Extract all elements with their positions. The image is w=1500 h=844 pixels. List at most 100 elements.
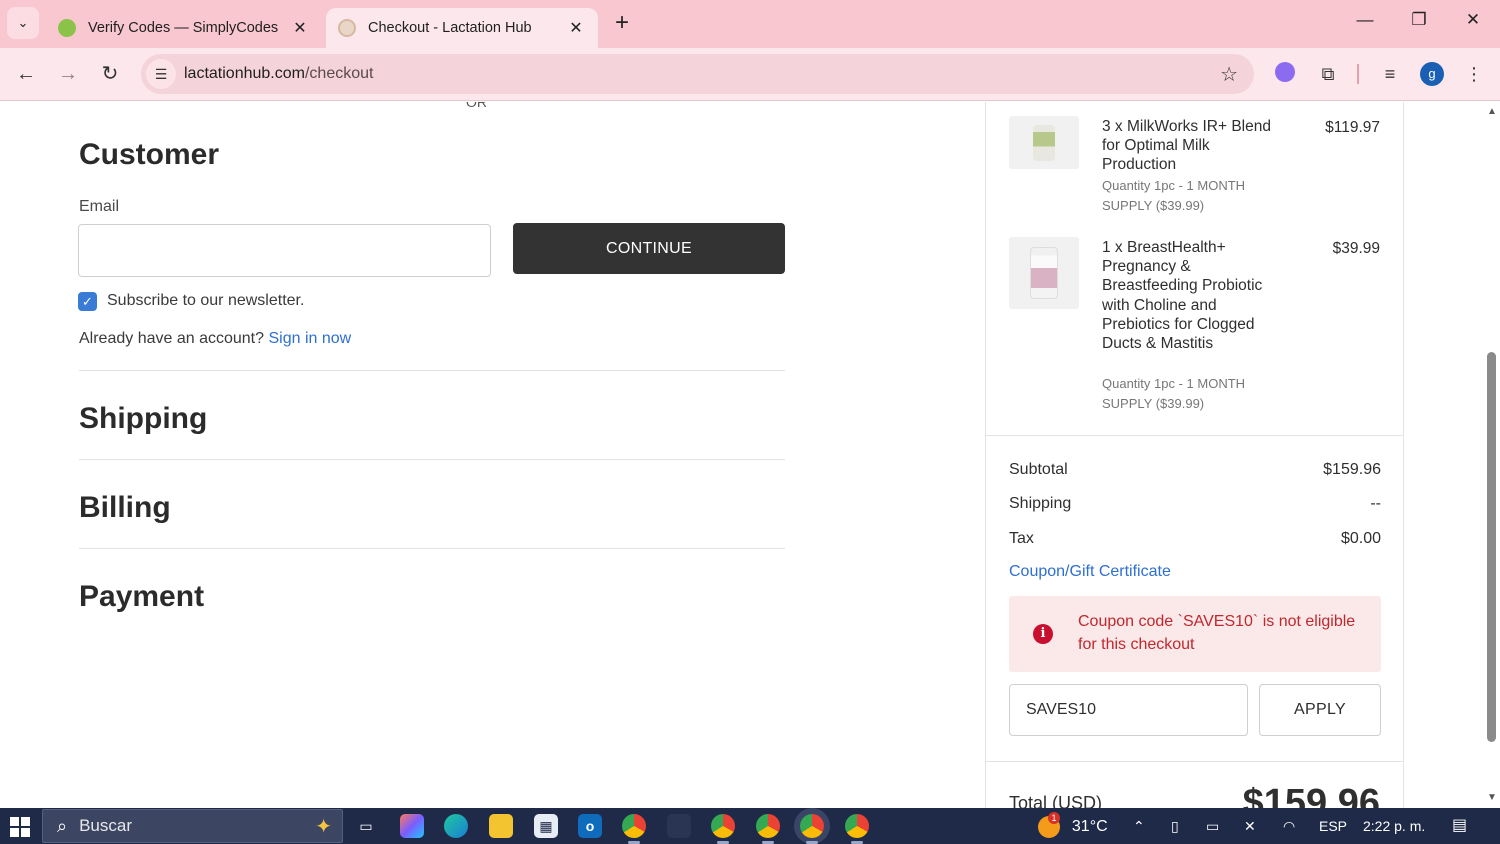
toolbar-separator: [1357, 64, 1359, 84]
tab-title: Verify Codes — SimplyCodes: [88, 20, 279, 36]
shipping-row: Shipping --: [1009, 495, 1381, 513]
signin-row: Already have an account? Sign in now: [79, 330, 351, 348]
billing-heading: Billing: [79, 491, 171, 524]
subtotal-label: Subtotal: [1009, 461, 1068, 478]
app-icon[interactable]: [667, 814, 691, 838]
site-info-icon[interactable]: ☰: [146, 59, 176, 89]
url-text[interactable]: lactationhub.com/checkout: [184, 65, 373, 83]
coupon-gift-certificate-link[interactable]: Coupon/Gift Certificate: [1009, 563, 1171, 581]
bookmark-star-icon[interactable]: ☆: [1220, 62, 1238, 87]
scrollbar-thumb[interactable]: [1487, 352, 1496, 742]
address-bar[interactable]: ☰ lactationhub.com/checkout ☆: [141, 54, 1254, 94]
weather-sun-icon: 1: [1038, 812, 1060, 839]
taskbar-search[interactable]: ⌕ Buscar ✦: [42, 809, 343, 843]
account-prompt: Already have an account?: [79, 330, 265, 347]
tab-title: Checkout - Lactation Hub: [368, 20, 532, 36]
section-divider: [79, 548, 785, 549]
close-window-button[interactable]: ✕: [1458, 10, 1488, 38]
email-field[interactable]: [78, 224, 491, 277]
sparkle-icon: ✦: [315, 816, 332, 838]
shipping-heading: Shipping: [79, 402, 208, 435]
tab-strip: ⌄ Verify Codes — SimplyCodes ✕ Checkout …: [0, 0, 1500, 48]
tax-label: Tax: [1009, 530, 1034, 547]
restore-button[interactable]: ❐: [1404, 10, 1434, 38]
chevron-down-icon: ⌄: [17, 15, 29, 30]
weather-widget[interactable]: 1 31°C: [1038, 808, 1108, 844]
edge-icon[interactable]: [444, 814, 468, 838]
close-tab-icon[interactable]: ✕: [566, 18, 586, 38]
subtotal-row: Subtotal $159.96: [1009, 461, 1381, 479]
media-controls-icon[interactable]: ≡: [1378, 62, 1402, 86]
scroll-down-icon[interactable]: ▼: [1487, 792, 1497, 803]
tax-value: $0.00: [1340, 530, 1381, 547]
weather-badge: 1: [1048, 812, 1060, 825]
continue-button[interactable]: CONTINUE: [513, 223, 785, 274]
section-divider: [79, 459, 785, 460]
task-view-icon[interactable]: ▭: [354, 814, 378, 838]
browser-toolbar: ← → ↻ ☰ lactationhub.com/checkout ☆ ⧉ ≡ …: [0, 48, 1500, 101]
device-icon[interactable]: ▯: [1171, 808, 1179, 844]
tab-search-button[interactable]: ⌄: [7, 7, 39, 39]
back-button[interactable]: ←: [11, 60, 41, 90]
profile-avatar[interactable]: g: [1420, 62, 1444, 86]
windows-start-icon[interactable]: [10, 817, 30, 837]
or-divider: OR: [466, 102, 487, 110]
shipping-value: --: [1370, 495, 1381, 512]
taskbar-search-text: Buscar: [79, 816, 133, 835]
language-indicator[interactable]: ESP: [1319, 808, 1347, 844]
tray-overflow-icon[interactable]: ⌃: [1133, 808, 1145, 844]
wifi-icon[interactable]: ◠: [1283, 808, 1295, 844]
tab-lactation-hub[interactable]: Checkout - Lactation Hub ✕: [326, 8, 598, 48]
newsletter-checkbox[interactable]: ✓: [78, 292, 97, 311]
coupon-error-message: Coupon code `SAVES10` is not eligible fo…: [1078, 613, 1356, 653]
order-summary: 3 x MilkWorks IR+ Blend for Optimal Milk…: [985, 102, 1404, 808]
extension-icon[interactable]: [1273, 62, 1297, 86]
total-value: $159.96: [1242, 782, 1380, 808]
apply-coupon-button[interactable]: APPLY: [1259, 684, 1381, 736]
breasthealth-product-image: [1009, 237, 1079, 309]
page-scrollbar[interactable]: ▲ ▼: [1484, 102, 1500, 808]
payment-heading: Payment: [79, 580, 205, 613]
chrome-active-icon[interactable]: [800, 814, 824, 844]
shipping-label: Shipping: [1009, 495, 1072, 512]
subtotal-value: $159.96: [1323, 461, 1381, 478]
minimize-button[interactable]: —: [1350, 10, 1380, 38]
coupon-error-alert: i Coupon code `SAVES10` is not eligible …: [1009, 596, 1381, 672]
tab-simplycodes[interactable]: Verify Codes — SimplyCodes ✕: [46, 8, 322, 48]
section-divider: [79, 370, 785, 371]
file-explorer-icon[interactable]: [489, 814, 513, 838]
chrome-profile-icon[interactable]: [845, 814, 869, 844]
customer-heading: Customer: [79, 138, 220, 171]
reload-button[interactable]: ↻: [95, 60, 125, 90]
coupon-code-input[interactable]: SAVES10: [1009, 684, 1248, 736]
lactationhub-favicon-icon: [338, 19, 356, 37]
error-info-icon: i: [1033, 624, 1053, 644]
outlook-icon[interactable]: o: [578, 814, 602, 838]
notifications-icon[interactable]: ▤: [1452, 808, 1467, 844]
chrome-profile-icon[interactable]: [756, 814, 780, 844]
summary-divider: [986, 435, 1404, 436]
item-name: 3 x MilkWorks IR+ Blend for Optimal Milk…: [1102, 118, 1271, 174]
item-price: $39.99: [1332, 240, 1380, 257]
forward-button[interactable]: →: [53, 60, 83, 90]
summary-divider: [986, 761, 1404, 762]
item-price: $119.97: [1325, 119, 1380, 136]
sign-in-link[interactable]: Sign in now: [268, 330, 351, 347]
new-tab-button[interactable]: +: [608, 10, 636, 38]
chrome-profile-icon[interactable]: [711, 814, 735, 844]
bottle-icon: [1030, 247, 1058, 299]
close-tab-icon[interactable]: ✕: [290, 18, 310, 38]
scroll-up-icon[interactable]: ▲: [1487, 106, 1497, 117]
volume-muted-icon[interactable]: ✕: [1244, 808, 1256, 844]
store-icon[interactable]: ▦: [534, 814, 558, 838]
email-label: Email: [79, 198, 120, 215]
extensions-puzzle-icon[interactable]: ⧉: [1316, 62, 1340, 86]
battery-icon[interactable]: ▭: [1206, 808, 1219, 844]
menu-kebab-icon[interactable]: ⋮: [1462, 62, 1486, 86]
weather-temp: 31°C: [1071, 818, 1108, 835]
chrome-icon[interactable]: [622, 814, 646, 844]
clock[interactable]: 2:22 p. m.: [1363, 808, 1425, 844]
bottle-icon: [1033, 124, 1055, 161]
copilot-icon[interactable]: [400, 814, 424, 838]
newsletter-label: Subscribe to our newsletter.: [107, 292, 305, 309]
